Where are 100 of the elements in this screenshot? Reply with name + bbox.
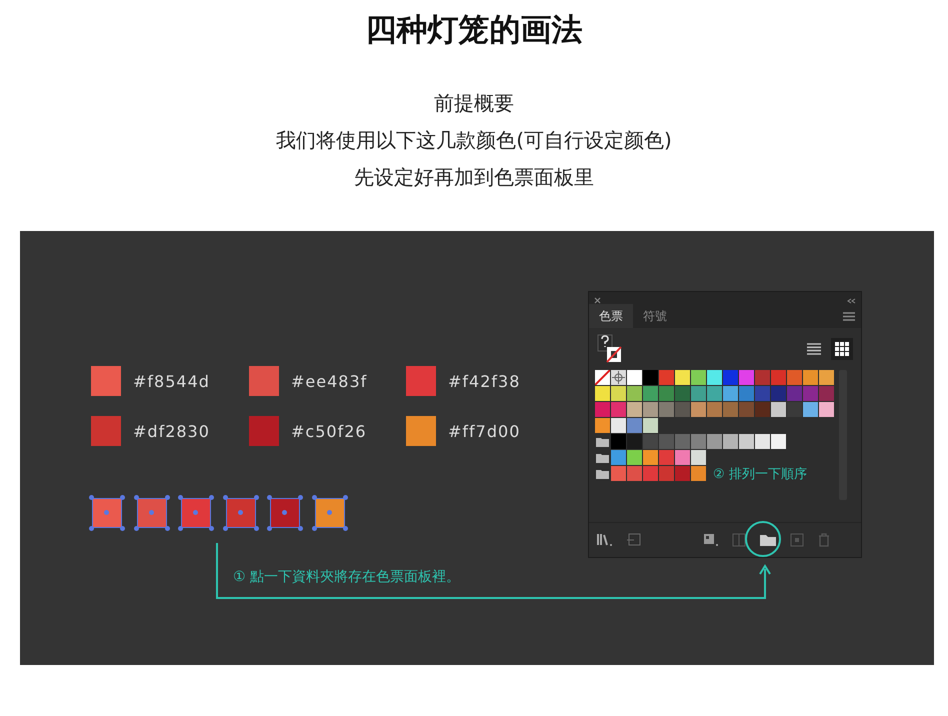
color-swatch[interactable] [627, 450, 642, 465]
color-swatch[interactable] [707, 370, 722, 385]
color-swatch[interactable] [755, 434, 770, 449]
hex-label: #f8544d [133, 372, 210, 390]
fill-stroke-icon[interactable] [597, 334, 623, 364]
color-swatch[interactable] [787, 402, 802, 417]
color-swatch[interactable] [643, 386, 658, 401]
color-swatch[interactable] [643, 450, 658, 465]
color-swatch[interactable] [691, 370, 706, 385]
color-swatch[interactable] [755, 386, 770, 401]
color-swatch[interactable] [611, 418, 626, 433]
color-swatch[interactable] [627, 466, 642, 481]
selected-square [181, 498, 211, 528]
color-swatch[interactable] [627, 386, 642, 401]
color-swatch[interactable] [691, 450, 706, 465]
hex-label: #df2830 [133, 422, 210, 440]
color-swatch[interactable] [803, 402, 818, 417]
color-swatch[interactable] [739, 386, 754, 401]
color-group-icon[interactable] [732, 533, 746, 547]
color-swatch[interactable] [595, 418, 610, 433]
color-swatch[interactable] [659, 370, 674, 385]
color-swatch[interactable] [819, 370, 834, 385]
color-swatch[interactable] [659, 466, 674, 481]
panel-tab[interactable]: 符號 [633, 304, 677, 328]
swatch-options-icon[interactable] [703, 533, 719, 547]
color-swatch[interactable] [803, 370, 818, 385]
color-swatch[interactable] [723, 386, 738, 401]
grid-view-button[interactable] [831, 338, 853, 360]
color-swatch[interactable] [659, 434, 674, 449]
color-swatch[interactable] [611, 402, 626, 417]
color-swatch[interactable] [803, 386, 818, 401]
none-swatch-icon[interactable] [595, 370, 610, 385]
color-swatch[interactable] [691, 402, 706, 417]
intro-text: 先设定好再加到色票面板里 [354, 164, 594, 190]
color-swatch[interactable] [819, 386, 834, 401]
color-swatch[interactable] [627, 370, 642, 385]
color-swatch[interactable] [611, 434, 626, 449]
color-swatch[interactable] [707, 402, 722, 417]
color-swatch[interactable] [739, 370, 754, 385]
color-swatch[interactable] [707, 386, 722, 401]
color-swatch[interactable] [659, 386, 674, 401]
annotation-text: ① 點一下資料夾將存在色票面板裡。 [233, 568, 460, 586]
color-swatch[interactable] [643, 434, 658, 449]
intro-text: 前提概要 [434, 90, 514, 116]
trash-icon[interactable] [817, 533, 831, 547]
highlight-circle [745, 521, 781, 557]
color-swatch[interactable] [675, 450, 690, 465]
color-swatch[interactable] [595, 386, 610, 401]
panel-tab[interactable]: 色票 [589, 304, 633, 328]
color-swatch[interactable] [771, 386, 786, 401]
color-swatch[interactable] [691, 434, 706, 449]
color-swatch[interactable] [627, 434, 642, 449]
library-icon[interactable] [597, 533, 613, 547]
color-swatch[interactable] [771, 402, 786, 417]
color-swatch[interactable] [659, 450, 674, 465]
folder-icon[interactable] [596, 452, 609, 462]
color-swatch[interactable] [787, 386, 802, 401]
color-swatch[interactable] [739, 402, 754, 417]
color-swatch[interactable] [723, 402, 738, 417]
color-swatch[interactable] [611, 386, 626, 401]
color-swatch[interactable] [643, 466, 658, 481]
selected-square [226, 498, 256, 528]
color-swatch[interactable] [771, 370, 786, 385]
intro-text: 我们将使用以下这几款颜色(可自行设定颜色) [276, 127, 672, 153]
hex-label: #ee483f [291, 372, 368, 390]
folder-icon[interactable] [596, 468, 609, 478]
color-swatch[interactable] [675, 434, 690, 449]
hex-label: #ff7d00 [448, 422, 520, 440]
color-swatch[interactable] [675, 466, 690, 481]
color-swatch[interactable] [675, 386, 690, 401]
color-swatch[interactable] [611, 450, 626, 465]
new-swatch-icon[interactable] [790, 533, 804, 547]
color-swatch[interactable] [595, 402, 610, 417]
color-swatch[interactable] [659, 402, 674, 417]
color-swatch[interactable] [691, 466, 706, 481]
color-swatch[interactable] [707, 434, 722, 449]
annotation-text: ② 排列一下順序 [713, 466, 807, 482]
color-swatch[interactable] [771, 434, 786, 449]
color-swatch[interactable] [691, 386, 706, 401]
color-swatch[interactable] [723, 370, 738, 385]
color-swatch[interactable] [819, 402, 834, 417]
color-swatch[interactable] [755, 370, 770, 385]
color-swatch[interactable] [787, 370, 802, 385]
color-swatch[interactable] [755, 402, 770, 417]
list-view-icon[interactable] [807, 342, 821, 356]
registration-swatch-icon[interactable] [611, 370, 626, 385]
color-swatch[interactable] [627, 418, 642, 433]
color-swatch[interactable] [675, 402, 690, 417]
color-swatch[interactable] [643, 418, 658, 433]
color-swatch[interactable] [739, 434, 754, 449]
color-swatch[interactable] [643, 370, 658, 385]
hex-label: #f42f38 [448, 372, 520, 390]
folder-icon[interactable] [596, 436, 609, 446]
color-swatch[interactable] [627, 402, 642, 417]
place-icon[interactable] [626, 533, 642, 547]
folder-icon[interactable] [759, 533, 777, 547]
color-swatch[interactable] [723, 434, 738, 449]
color-swatch[interactable] [643, 402, 658, 417]
color-swatch[interactable] [611, 466, 626, 481]
color-swatch[interactable] [675, 370, 690, 385]
